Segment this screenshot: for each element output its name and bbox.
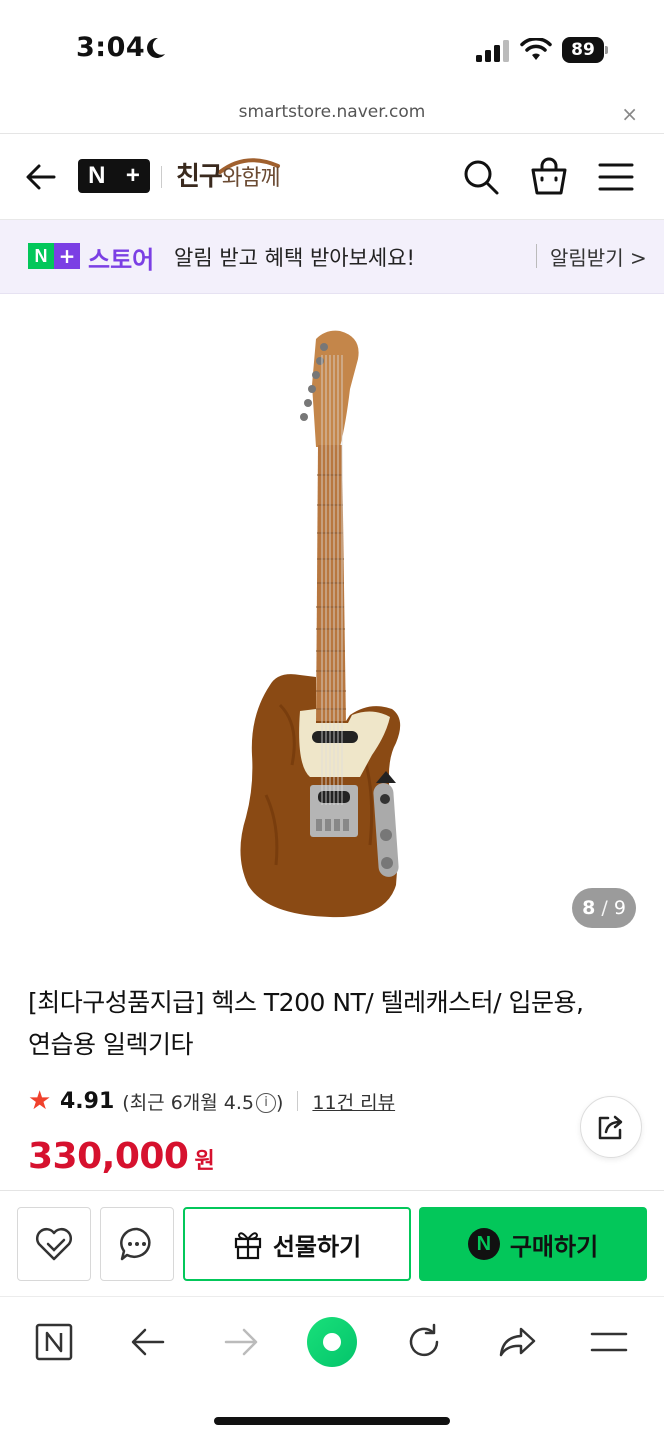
browser-back-button[interactable] [125, 1319, 171, 1365]
signal-icon [476, 40, 509, 62]
guitar-product-image [240, 330, 401, 918]
share-button[interactable] [580, 1096, 642, 1158]
npay-icon: N [467, 1228, 500, 1260]
price-unit: 원 [194, 1149, 215, 1174]
wifi-icon [520, 38, 552, 60]
badge-plus: + [54, 243, 80, 269]
notification-message: 알림 받고 혜택 받아보세요! [174, 246, 415, 270]
store-name-sub: 와함께 [221, 166, 281, 191]
wishlist-button[interactable] [17, 1207, 91, 1281]
logo-n: N [88, 162, 106, 189]
battery-indicator: 89 [562, 37, 608, 63]
battery-cap [605, 46, 608, 54]
close-icon[interactable]: × [621, 102, 638, 126]
store-name[interactable]: 친구와함께 [176, 156, 281, 193]
menu-icon[interactable] [598, 162, 634, 192]
status-time: 3:04 [76, 32, 146, 63]
naver-n-icon [35, 1323, 73, 1361]
search-icon[interactable] [462, 158, 500, 196]
gallery-current-page: 8 [582, 897, 596, 919]
chat-bubble-icon [120, 1227, 151, 1261]
store-word: 스토어 [88, 246, 155, 274]
forward-icon [224, 1328, 258, 1356]
price-value: 330,000 [28, 1136, 189, 1177]
share-icon [598, 1115, 623, 1140]
browser-forward-button[interactable] [218, 1319, 264, 1365]
talktalk-button[interactable] [100, 1207, 174, 1281]
rating-row: ★ 4.91 (최근 6개월 4.5 i) 11건 리뷰 [28, 1086, 395, 1116]
moon-icon [147, 37, 165, 58]
buy-button[interactable]: N 구매하기 [419, 1207, 647, 1281]
star-icon: ★ [28, 1086, 52, 1116]
price-row: 330,000 원 [28, 1136, 215, 1177]
battery-level: 89 [562, 37, 604, 63]
browser-share-button[interactable] [494, 1319, 540, 1365]
purchase-action-bar: 선물하기 N 구매하기 [0, 1190, 664, 1296]
status-bar: 3:04 89 [0, 0, 664, 96]
buy-label: 구매하기 [509, 1232, 599, 1261]
logo-plus: + [125, 162, 140, 189]
nplus-store-badge: N + [28, 243, 80, 269]
green-dot-button[interactable] [305, 1315, 359, 1369]
gift-button[interactable]: 선물하기 [183, 1207, 411, 1281]
product-title-line1: [최다구성품지급] 헥스 T200 NT/ 텔레캐스터/ 입문용, [28, 988, 584, 1017]
rating-divider [297, 1091, 299, 1111]
naver-home-button[interactable] [31, 1319, 77, 1365]
product-image-gallery[interactable] [0, 295, 664, 955]
banner-divider [536, 244, 537, 268]
heart-icon [36, 1228, 72, 1261]
recent-rating-text: (최근 6개월 4.5 [122, 1091, 254, 1114]
product-title-line2: 연습용 일렉기타 [28, 1030, 193, 1059]
back-icon [131, 1328, 165, 1356]
info-icon[interactable]: i [256, 1093, 276, 1113]
refresh-icon [409, 1323, 439, 1357]
store-header: N + 친구와함께 [0, 134, 664, 220]
gallery-total-pages: 9 [613, 897, 626, 919]
nplus-logo[interactable]: N + [78, 159, 150, 193]
url-bar[interactable]: smartstore.naver.com × [0, 96, 664, 134]
gift-icon [234, 1232, 261, 1260]
hamburger-icon [590, 1332, 628, 1352]
shopping-bag-icon[interactable] [530, 156, 568, 196]
share-arrow-icon [499, 1327, 536, 1357]
store-name-main: 친구 [176, 162, 223, 192]
gift-label: 선물하기 [272, 1232, 362, 1261]
notification-banner[interactable]: N + 스토어 알림 받고 혜택 받아보세요! 알림받기 > [0, 220, 664, 294]
subscribe-alert-button[interactable]: 알림받기 > [550, 242, 647, 271]
back-arrow-icon[interactable] [24, 160, 58, 194]
rating-score: 4.91 [60, 1088, 115, 1114]
green-dot-icon [307, 1317, 357, 1367]
header-divider [161, 166, 162, 188]
home-indicator [214, 1417, 450, 1425]
refresh-button[interactable] [401, 1319, 447, 1365]
recent-rating-close: ) [276, 1091, 284, 1114]
url-domain[interactable]: smartstore.naver.com [0, 102, 664, 122]
recent-rating: (최근 6개월 4.5 i) [122, 1088, 283, 1115]
gallery-page-indicator: 8 / 9 [572, 888, 636, 928]
browser-menu-button[interactable] [586, 1319, 632, 1365]
badge-n: N [28, 243, 54, 269]
review-count-link[interactable]: 11건 리뷰 [312, 1088, 395, 1115]
browser-toolbar [0, 1296, 664, 1440]
gallery-separator: / [601, 897, 608, 919]
product-title: [최다구성품지급] 헥스 T200 NT/ 텔레캐스터/ 입문용, 연습용 일렉… [28, 982, 638, 1066]
